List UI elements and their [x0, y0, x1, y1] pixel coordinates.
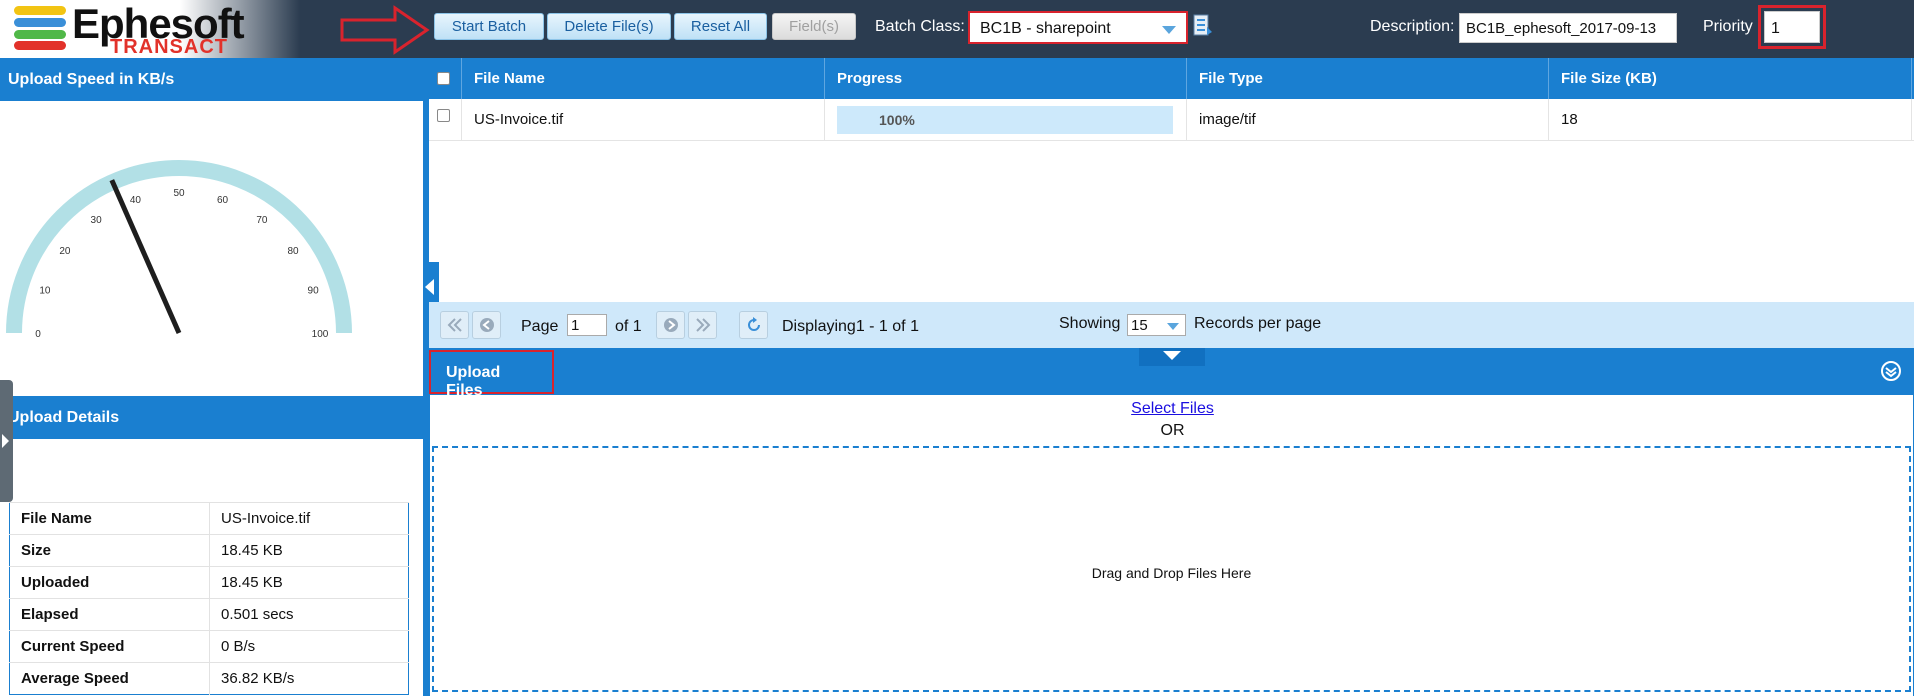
gauge-tick-label: 20 [59, 246, 71, 257]
first-page-button[interactable] [440, 311, 469, 339]
batch-class-value: BC1B - sharepoint [980, 20, 1111, 37]
prev-page-button[interactable] [472, 311, 501, 339]
gauge-needle [109, 179, 182, 335]
collapse-section-icon[interactable] [1880, 360, 1902, 382]
gauge-tick-label: 10 [39, 285, 51, 296]
priority-label: Priority [1703, 18, 1753, 35]
records-per-page-select[interactable]: 15 [1127, 314, 1186, 336]
batch-class-select[interactable]: BC1B - sharepoint [968, 11, 1188, 44]
cell-file-size: 18 [1549, 99, 1912, 140]
grid-pager: Page 1 of 1 Displaying1 - 1 of 1 Showing… [429, 302, 1914, 348]
or-label: OR [1160, 422, 1185, 439]
details-row: Elapsed 0.501 secs [9, 598, 409, 631]
delete-files-button[interactable]: Delete File(s) [547, 13, 671, 40]
prev-page-icon [480, 318, 494, 332]
showing-label: Showing [1059, 315, 1121, 332]
upload-files-title: Upload Files [429, 350, 554, 399]
chevron-down-icon [1162, 26, 1176, 34]
upload-files-header: Upload Files [429, 348, 1914, 399]
details-value: 0.501 secs [209, 598, 409, 631]
upload-details-table: File Name US-Invoice.tif Size 18.45 KB Uploa… [9, 502, 409, 695]
details-key: Average Speed [9, 662, 210, 695]
priority-input[interactable]: 1 [1764, 11, 1820, 43]
logo-sub: TRANSACT [110, 36, 228, 58]
details-value: 0 B/s [209, 630, 409, 663]
grid-header: File Name Progress File Type File Size (… [429, 58, 1914, 99]
details-row: File Name US-Invoice.tif [9, 502, 409, 535]
col-progress[interactable]: Progress [825, 58, 1187, 99]
gauge-tick-label: 30 [91, 215, 103, 226]
next-page-icon [664, 318, 678, 332]
details-key: Size [9, 534, 210, 567]
top-toolbar: Ephesoft TRANSACT Start Batch Delete Fil… [0, 0, 1914, 58]
batch-list-icon[interactable] [1193, 13, 1213, 37]
reset-all-button[interactable]: Reset All [674, 13, 767, 40]
refresh-button[interactable] [739, 311, 768, 339]
gauge-tick-label: 40 [130, 195, 142, 206]
refresh-icon [748, 317, 760, 331]
col-file-name[interactable]: File Name [462, 58, 825, 99]
table-row[interactable]: US-Invoice.tif 100% image/tif 18 [429, 99, 1914, 141]
details-value: 18.45 KB [209, 534, 409, 567]
left-column: Upload Speed in KB/s 0 10 20 30 40 50 60 70 80 90… [0, 58, 423, 696]
displaying-text: Displaying1 - 1 of 1 [782, 318, 919, 335]
cell-file-name: US-Invoice.tif [462, 99, 825, 140]
left-expand-tab[interactable] [0, 380, 13, 502]
page-of-label: of 1 [615, 318, 642, 335]
gauge-tick-label: 80 [288, 246, 300, 257]
batch-class-label: Batch Class: [875, 18, 965, 35]
first-page-icon [447, 318, 462, 332]
row-check-cell [429, 99, 462, 140]
description-label: Description: [1370, 18, 1455, 35]
ephesoft-logo: Ephesoft TRANSACT [0, 0, 300, 58]
details-row: Size 18.45 KB [9, 534, 409, 567]
gauge-tick-label: 90 [308, 285, 320, 296]
records-label: Records per page [1194, 315, 1322, 332]
gauge-tick-label: 60 [217, 195, 229, 206]
records-per-page-value: 15 [1131, 317, 1148, 334]
upload-speed-header: Upload Speed in KB/s [0, 58, 423, 101]
col-file-size[interactable]: File Size (KB) [1549, 58, 1912, 99]
details-value: 36.82 KB/s [209, 662, 409, 695]
last-page-icon [696, 318, 711, 332]
upload-details-header: Upload Details [0, 396, 423, 439]
file-grid: File Name Progress File Type File Size (… [429, 58, 1914, 141]
details-key: Current Speed [9, 630, 210, 663]
progress-bar: 100% [837, 105, 1173, 134]
details-row: Current Speed 0 B/s [9, 630, 409, 663]
fields-button[interactable]: Field(s) [772, 13, 856, 40]
details-value: US-Invoice.tif [209, 502, 409, 535]
cell-file-type: image/tif [1187, 99, 1549, 140]
row-checkbox[interactable] [437, 109, 450, 122]
upload-speed-gauge: 0 10 20 30 40 50 60 70 80 90 100 [6, 160, 352, 340]
last-page-button[interactable] [688, 311, 717, 339]
details-row: Uploaded 18.45 KB [9, 566, 409, 599]
gauge-tick-label: 50 [173, 188, 185, 199]
collapse-grid-tab[interactable] [1139, 348, 1205, 366]
details-key: File Name [9, 502, 210, 535]
drop-zone[interactable]: Drag and Drop Files Here [432, 446, 1911, 692]
app-window: Ephesoft TRANSACT Start Batch Delete Fil… [0, 0, 1914, 696]
drop-zone-text: Drag and Drop Files Here [1091, 565, 1252, 581]
details-value: 18.45 KB [209, 566, 409, 599]
page-label: Page [521, 318, 559, 335]
select-files-link[interactable]: Select Files [430, 400, 1914, 418]
details-key: Uploaded [9, 566, 210, 599]
annotation-arrow-icon [340, 5, 430, 55]
start-batch-button[interactable]: Start Batch [434, 13, 544, 40]
chevron-down-icon [1167, 323, 1179, 330]
details-row: Average Speed 36.82 KB/s [9, 662, 409, 695]
page-input[interactable]: 1 [567, 314, 607, 336]
cell-progress: 100% [825, 99, 1187, 140]
gauge-tick-label: 0 [35, 329, 41, 340]
next-page-button[interactable] [656, 311, 685, 339]
description-input[interactable]: BC1B_ephesoft_2017-09-13 [1459, 13, 1677, 43]
col-file-type[interactable]: File Type [1187, 58, 1549, 99]
details-key: Elapsed [9, 598, 210, 631]
gauge-tick-label: 70 [256, 215, 268, 226]
gauge-tick-label: 100 [312, 329, 329, 340]
select-all-cell [429, 58, 462, 99]
upload-files-body: Select Files OR Drag and Drop Files Here [429, 395, 1914, 696]
select-all-checkbox[interactable] [437, 72, 450, 85]
